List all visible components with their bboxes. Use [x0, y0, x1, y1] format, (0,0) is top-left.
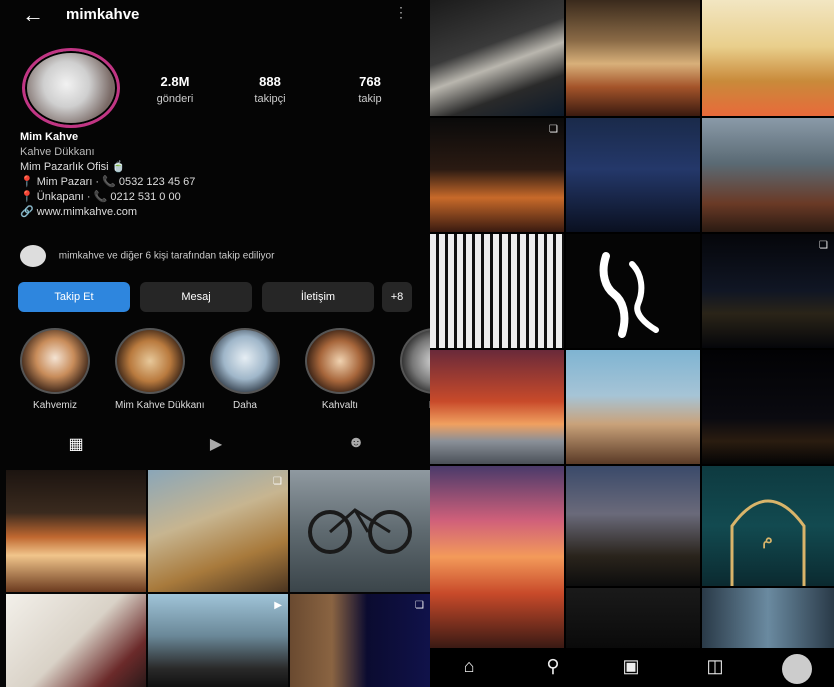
post-thumbnail[interactable]	[430, 466, 564, 648]
home-icon[interactable]: ⌂	[454, 656, 484, 677]
top-bar: ← mimkahve ⋮	[0, 0, 430, 34]
highlight-label: Kahvaltı	[321, 400, 359, 411]
bio-address-1: 📍 Mim Pazarı · 📞 0532 123 45 67	[20, 176, 196, 188]
post-thumbnail[interactable]	[702, 350, 834, 464]
multi-post-icon: ❏	[549, 124, 558, 135]
arch-icon: م	[730, 499, 806, 586]
follower-avatar	[20, 245, 46, 267]
calligraphy-icon	[599, 252, 659, 338]
reel-icon: ▶	[274, 600, 282, 611]
post-thumbnail[interactable]	[566, 588, 700, 648]
post-thumbnail[interactable]	[290, 470, 430, 592]
contact-button[interactable]: İletişim	[262, 282, 374, 312]
highlight-cover	[115, 328, 185, 394]
highlight-label: Mim Kahve Dükkanı	[115, 400, 205, 411]
more-options-icon[interactable]: ⋮	[394, 4, 408, 21]
stat-posts[interactable]: 2.8M gönderi	[140, 74, 210, 105]
stat-following-value: 768	[359, 74, 381, 89]
stat-following-label: takip	[358, 93, 382, 105]
highlight-cover	[210, 328, 280, 394]
shop-icon[interactable]: ◫	[700, 656, 730, 677]
post-thumbnail[interactable]	[430, 350, 564, 464]
bio-category: Kahve Dükkanı	[20, 146, 95, 158]
profile-tabs: ▦ ▶ ☻	[0, 430, 430, 464]
instagram-profile-screen: ← mimkahve ⋮ 2.8M gönderi 888 takipçi 76…	[0, 0, 834, 687]
post-thumbnail[interactable]	[566, 350, 700, 464]
highlight-cover	[305, 328, 375, 394]
highlight-cover	[20, 328, 90, 394]
highlight-label: Kahvemiz	[33, 400, 77, 411]
stat-followers-value: 888	[259, 74, 281, 89]
post-thumbnail[interactable]: ❏	[148, 470, 288, 592]
post-thumbnail[interactable]: ❏	[430, 118, 564, 232]
post-thumbnail[interactable]: م	[702, 466, 834, 586]
highlight-item[interactable]: Mim Kahve Dükkanı	[115, 328, 205, 411]
bio-address-2: 📍 Ünkapanı · 📞 0212 531 0 00	[20, 191, 181, 203]
search-icon[interactable]: ⚲	[538, 656, 568, 677]
multi-post-icon: ❏	[273, 476, 282, 487]
multi-post-icon: ❏	[415, 600, 424, 611]
stat-followers-label: takipçi	[254, 93, 286, 105]
bio-line: Mim Pazarlık Ofisi 🍵	[20, 161, 126, 173]
post-thumbnail[interactable]: ❏	[702, 234, 834, 348]
grid-icon[interactable]: ▦	[56, 434, 96, 454]
stat-posts-label: gönderi	[156, 93, 194, 105]
stat-followers[interactable]: 888 takipçi	[235, 74, 305, 105]
post-thumbnail[interactable]	[566, 118, 700, 232]
profile-avatar-nav[interactable]	[782, 654, 812, 684]
multi-post-icon: ❏	[819, 240, 828, 251]
post-thumbnail[interactable]	[430, 234, 564, 348]
profile-panel: ← mimkahve ⋮ 2.8M gönderi 888 takipçi 76…	[0, 0, 430, 687]
post-thumbnail[interactable]	[702, 118, 834, 232]
highlight-label: Ka	[400, 400, 430, 411]
highlight-label: Daha	[233, 400, 257, 411]
followed-by-text: mimkahve ve diğer 6 kişi tarafından taki…	[58, 250, 275, 262]
profile-username: mimkahve	[66, 6, 140, 23]
message-button[interactable]: Mesaj	[140, 282, 252, 312]
highlight-item[interactable]: Ka	[400, 328, 430, 411]
posts-grid-panel: ❏ ❏ م ⌂ ⚲ ▣ ◫	[430, 0, 834, 687]
reels-icon[interactable]: ▶	[196, 434, 236, 454]
stat-following[interactable]: 768 takip	[335, 74, 405, 105]
tagged-icon[interactable]: ☻	[336, 434, 376, 452]
profile-avatar[interactable]	[22, 48, 120, 128]
stat-posts-value: 2.8M	[160, 74, 190, 89]
bio-name: Mim Kahve	[20, 131, 79, 143]
back-arrow-icon[interactable]: ←	[22, 4, 44, 26]
highlight-item[interactable]: Kahvaltı	[305, 328, 375, 411]
reels-icon[interactable]: ▣	[616, 656, 646, 677]
post-thumbnail[interactable]: ❏	[290, 594, 430, 687]
post-thumbnail[interactable]	[566, 234, 700, 348]
post-thumbnail[interactable]	[566, 466, 700, 586]
post-thumbnail[interactable]	[702, 0, 834, 116]
followed-by[interactable]: mimkahve ve diğer 6 kişi tarafından taki…	[20, 245, 420, 267]
post-thumbnail[interactable]	[6, 594, 146, 687]
bio-link[interactable]: 🔗 www.mimkahve.com	[20, 205, 420, 220]
post-thumbnail[interactable]	[6, 470, 146, 592]
bottom-navigation: ⌂ ⚲ ▣ ◫	[430, 648, 834, 687]
profile-bio: Mim Kahve Kahve Dükkanı Mim Pazarlık Ofi…	[20, 130, 420, 220]
highlight-item[interactable]: Daha	[210, 328, 280, 411]
post-thumbnail[interactable]	[702, 588, 834, 648]
highlight-item[interactable]: Kahvemiz	[20, 328, 90, 411]
post-thumbnail[interactable]	[566, 0, 700, 116]
bicycle-icon	[308, 508, 412, 554]
svg-text:م: م	[762, 528, 773, 549]
post-thumbnail[interactable]	[430, 0, 564, 116]
highlight-cover	[400, 328, 430, 394]
post-thumbnail[interactable]: ▶	[148, 594, 288, 687]
follow-button[interactable]: Takip Et	[18, 282, 130, 312]
suggested-button[interactable]: +8	[382, 282, 412, 312]
